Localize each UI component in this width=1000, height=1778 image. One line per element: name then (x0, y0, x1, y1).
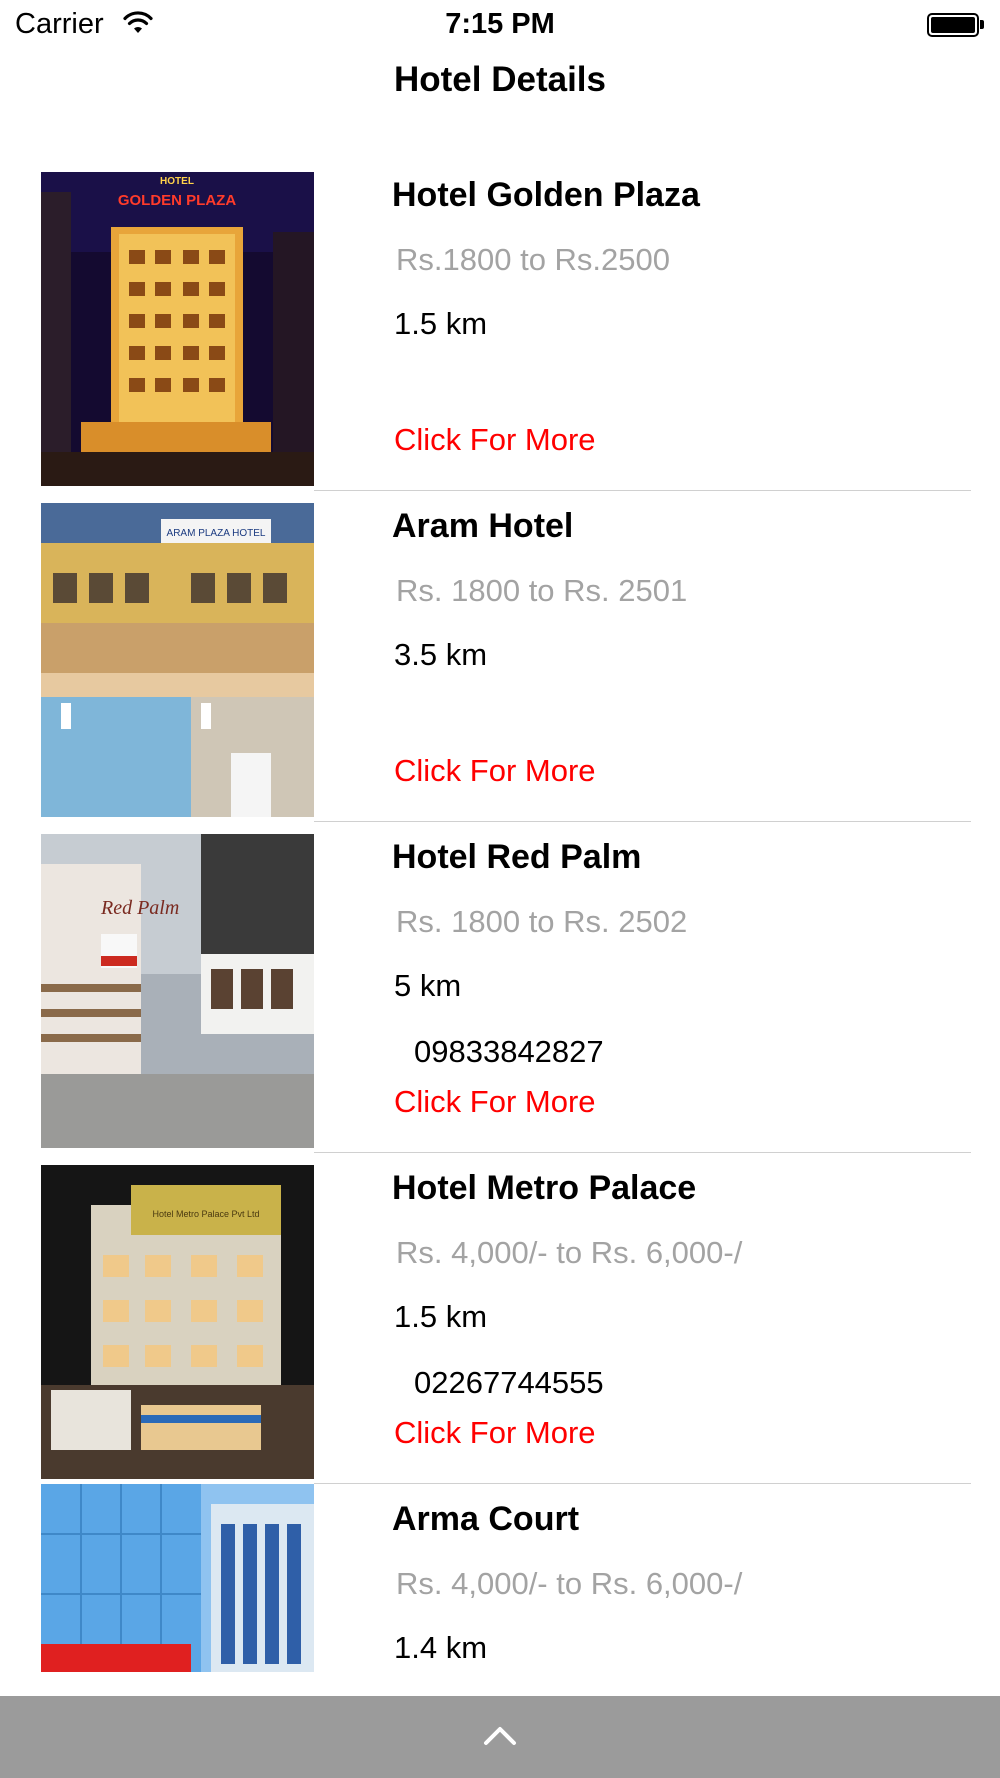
list-item[interactable]: Red Palm Hotel Red Palm Rs. 1800 to Rs. … (0, 822, 1000, 1153)
hotel-distance: 1.4 km (394, 1630, 488, 1665)
hotel-name: Hotel Metro Palace (392, 1169, 697, 1207)
hotel-distance: 1.5 km (394, 306, 488, 341)
hotel-name: Arma Court (392, 1500, 580, 1538)
hotel-distance: 5 km (394, 968, 462, 1003)
svg-text:Hotel Metro Palace Pvt Ltd: Hotel Metro Palace Pvt Ltd (152, 1209, 259, 1219)
hotel-list[interactable]: HOTEL GOLDEN PLAZA Hotel Golden Plaza Rs… (0, 160, 1000, 1696)
svg-text:Red Palm: Red Palm (100, 897, 179, 919)
hotel-photo: ARAM PLAZA HOTEL (41, 503, 314, 817)
hotel-price: Rs. 1800 to Rs. 2501 (396, 573, 688, 608)
chevron-up-icon[interactable] (483, 1721, 517, 1747)
list-item[interactable]: ARAM PLAZA HOTEL Aram Hotel Rs. 1800 to … (0, 491, 1000, 822)
svg-text:ARAM PLAZA HOTEL: ARAM PLAZA HOTEL (167, 528, 266, 539)
click-for-more-link[interactable]: Click For More (394, 1415, 596, 1451)
bottom-bar (0, 1696, 1000, 1778)
hotel-photo (41, 1484, 314, 1672)
hotel-name: Hotel Golden Plaza (392, 176, 700, 214)
battery-icon (927, 13, 984, 37)
hotel-photo: Red Palm (41, 834, 314, 1148)
hotel-price: Rs.1800 to Rs.2500 (396, 242, 671, 277)
hotel-price: Rs. 4,000/- to Rs. 6,000-/ (396, 1566, 743, 1601)
hotel-photo: Hotel Metro Palace Pvt Ltd (41, 1165, 314, 1479)
hotel-name: Hotel Red Palm (392, 838, 642, 876)
hotel-photo: HOTEL GOLDEN PLAZA (41, 172, 314, 486)
page-title: Hotel Details (394, 60, 606, 99)
hotel-phone: 09833842827 (414, 1034, 604, 1069)
svg-text:GOLDEN PLAZA: GOLDEN PLAZA (118, 192, 236, 209)
hotel-distance: 3.5 km (394, 637, 488, 672)
hotel-distance: 1.5 km (394, 1299, 488, 1334)
status-bar: Carrier 7:15 PM (0, 0, 1000, 50)
list-item[interactable]: Arma Court Rs. 4,000/- to Rs. 6,000-/ 1.… (0, 1484, 1000, 1696)
hotel-price: Rs. 4,000/- to Rs. 6,000-/ (396, 1235, 743, 1270)
hotel-name: Aram Hotel (392, 507, 574, 545)
click-for-more-link[interactable]: Click For More (394, 1084, 596, 1120)
click-for-more-link[interactable]: Click For More (394, 422, 596, 458)
list-item[interactable]: HOTEL GOLDEN PLAZA Hotel Golden Plaza Rs… (0, 160, 1000, 491)
hotel-price: Rs. 1800 to Rs. 2502 (396, 904, 688, 939)
list-item[interactable]: Hotel Metro Palace Pvt Ltd Hotel Metro P… (0, 1153, 1000, 1484)
status-time: 7:15 PM (445, 8, 555, 40)
click-for-more-link[interactable]: Click For More (394, 753, 596, 789)
hotel-phone: 02267744555 (414, 1365, 604, 1400)
svg-text:HOTEL: HOTEL (160, 176, 194, 187)
